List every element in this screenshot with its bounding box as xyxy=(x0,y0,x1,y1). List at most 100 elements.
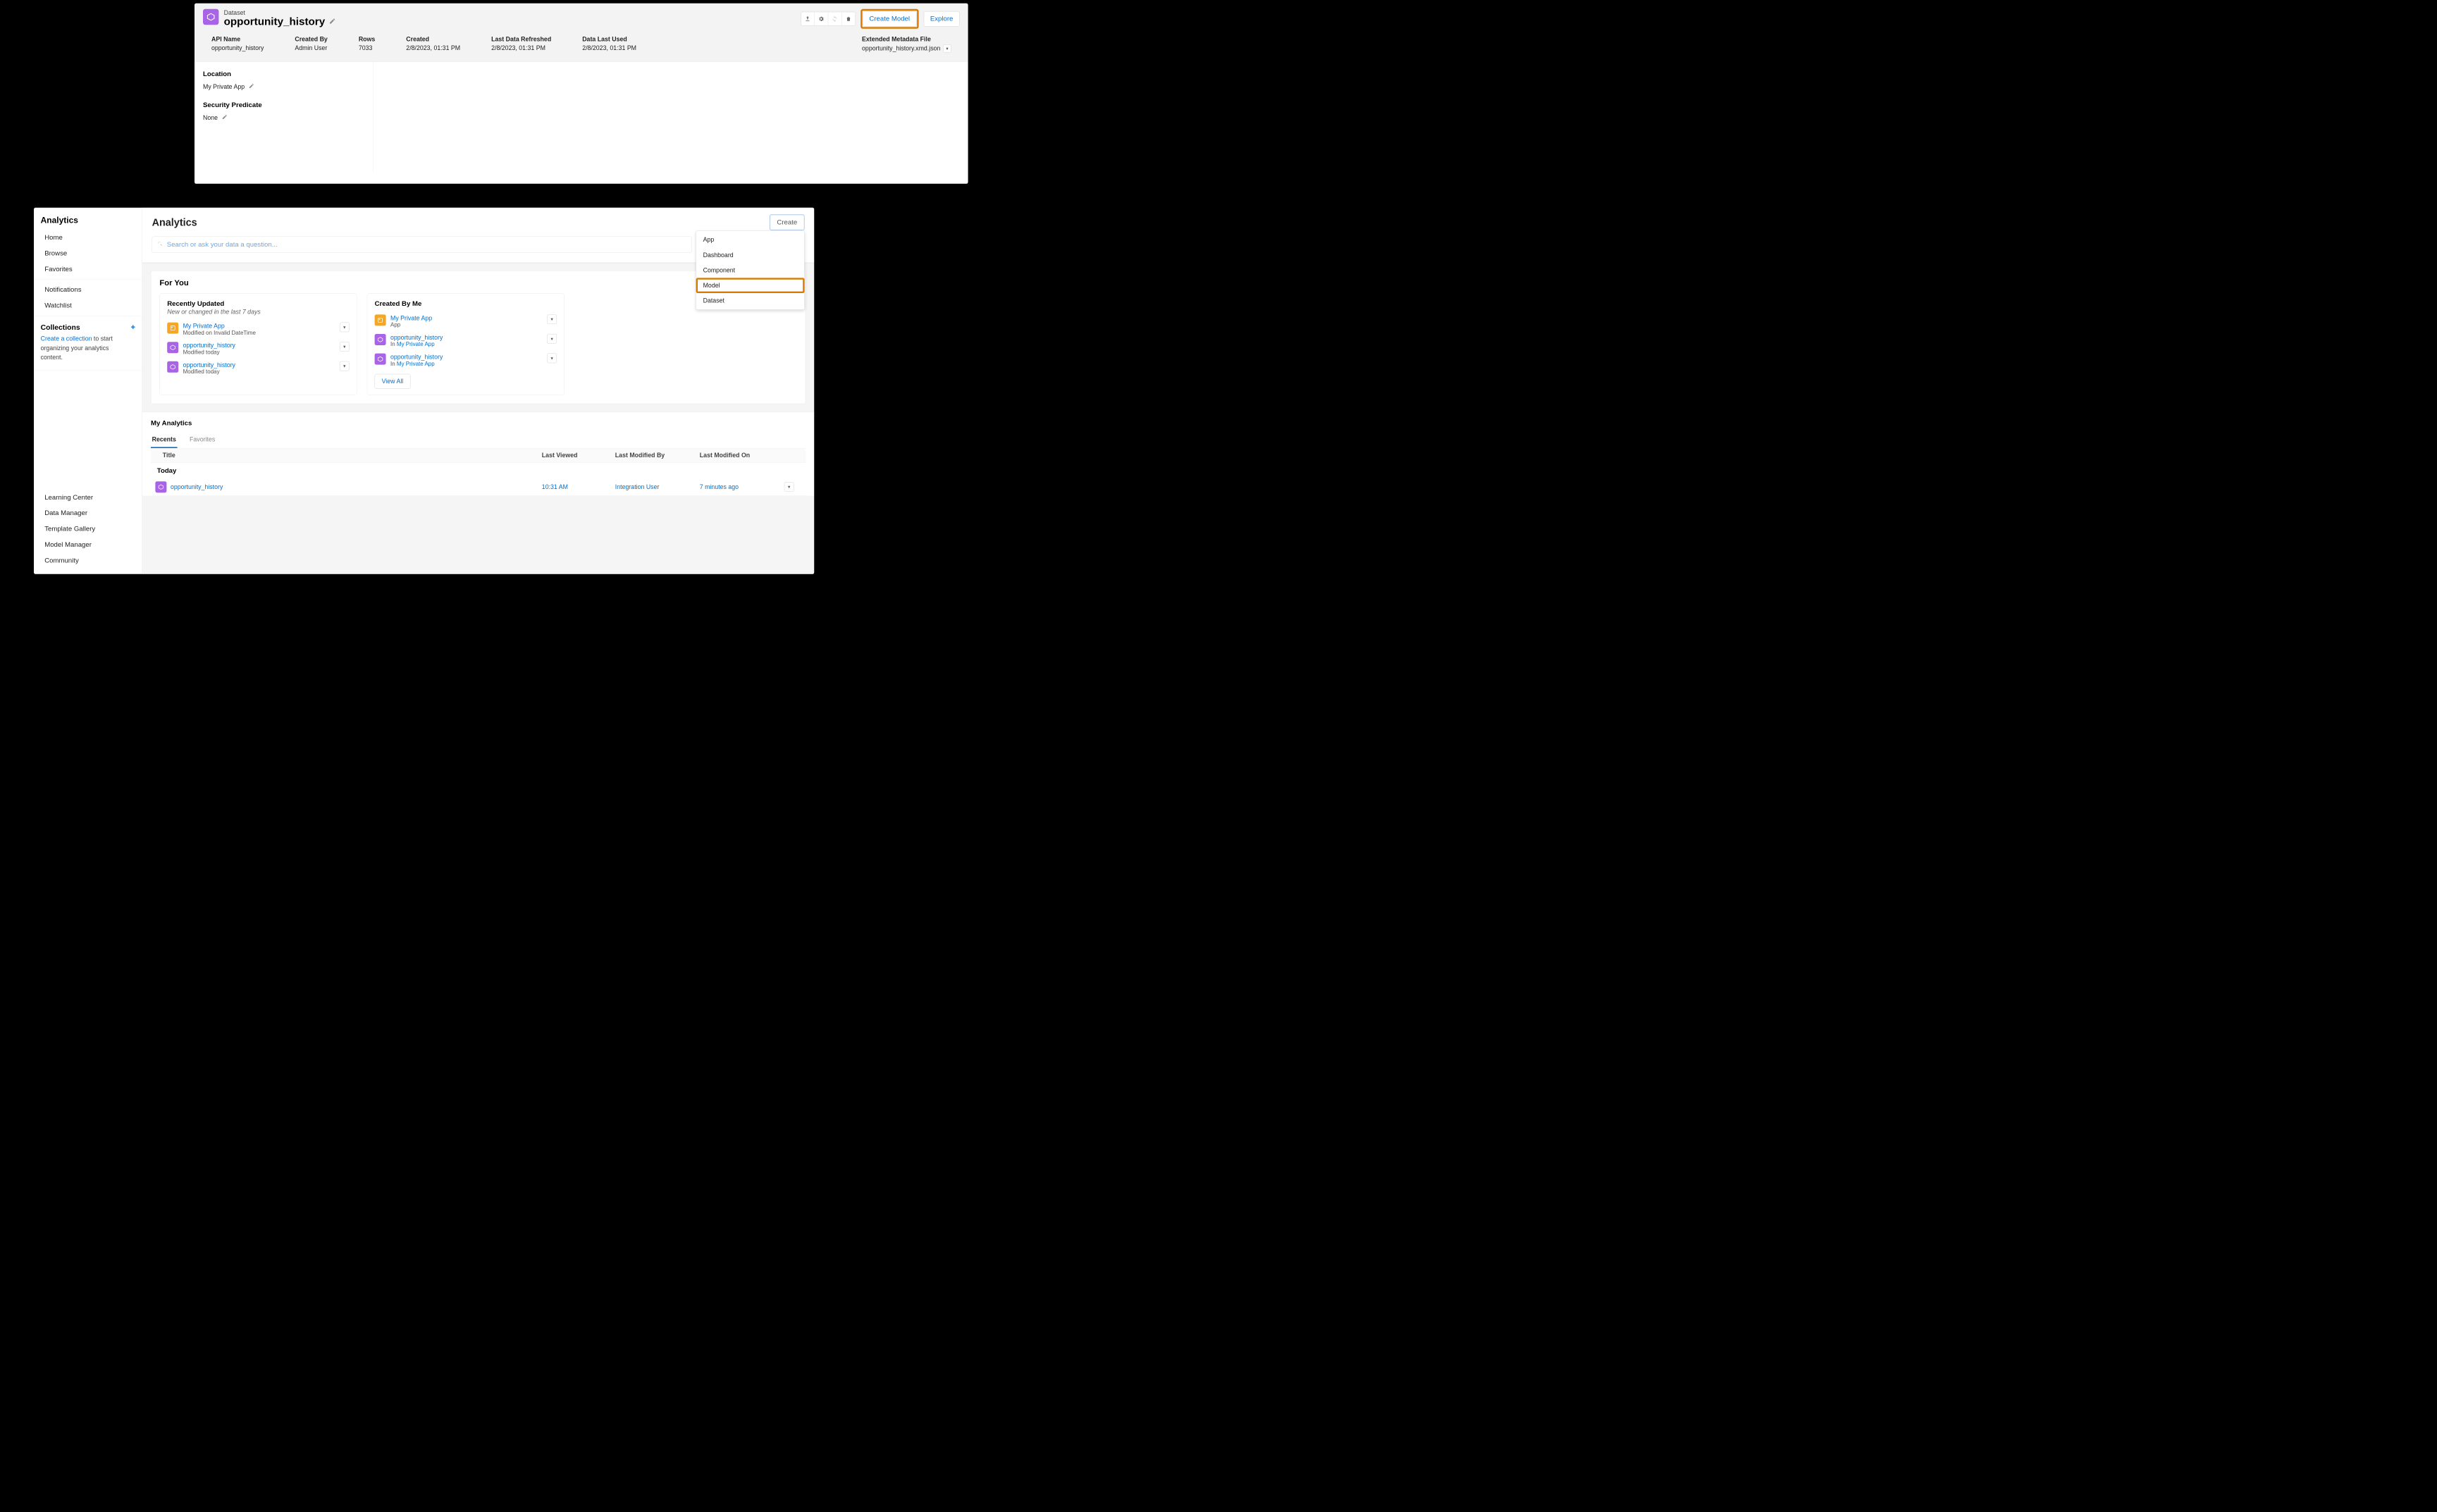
item-actions-button[interactable]: ▼ xyxy=(547,334,557,344)
upload-icon[interactable] xyxy=(801,12,815,25)
create-menu-item[interactable]: Component xyxy=(696,263,804,278)
list-item: My Private AppModified on Invalid DateTi… xyxy=(167,320,349,340)
row-title-link[interactable]: opportunity_history xyxy=(171,483,223,490)
search-box[interactable] xyxy=(152,237,692,253)
location-value: My Private App xyxy=(203,83,245,90)
recently-updated-sub: New or changed in the last 7 days xyxy=(167,309,349,316)
item-title-link[interactable]: My Private App xyxy=(183,323,340,330)
dataset-icon xyxy=(155,481,166,492)
my-analytics-heading: My Analytics xyxy=(151,418,806,433)
sidebar-item[interactable]: Favorites xyxy=(34,261,142,277)
meta-label-created: Created xyxy=(406,35,460,42)
item-subtitle: Modified on Invalid DateTime xyxy=(183,330,340,336)
sidebar-item[interactable]: Notifications xyxy=(34,282,142,297)
icon-button-group xyxy=(801,12,856,26)
list-item: opportunity_historyIn My Private App▼ xyxy=(375,331,557,351)
create-model-highlight: Create Model xyxy=(860,9,918,29)
col-last-modified-on: Last Modified On xyxy=(700,452,784,459)
meta-value-lastused: 2/8/2023, 01:31 PM xyxy=(582,44,636,51)
gear-icon[interactable] xyxy=(815,12,828,25)
date-group-today: Today xyxy=(151,463,806,478)
meta-label-rows: Rows xyxy=(359,35,375,42)
sidebar-item[interactable]: Browse xyxy=(34,245,142,261)
dataset-detail-panel: Dataset opportunity_history xyxy=(195,4,968,184)
dataset-icon xyxy=(375,334,386,345)
create-model-button[interactable]: Create Model xyxy=(863,11,916,27)
create-menu-item[interactable]: Model xyxy=(696,278,805,293)
meta-label-refreshed: Last Data Refreshed xyxy=(491,35,551,42)
item-title-link[interactable]: opportunity_history xyxy=(390,354,547,361)
search-icon xyxy=(157,241,163,248)
page-title: opportunity_history xyxy=(224,16,326,27)
dataset-icon xyxy=(203,9,218,25)
item-subtitle: Modified today xyxy=(183,349,340,356)
edit-location-icon[interactable] xyxy=(249,83,254,90)
sync-icon xyxy=(828,12,841,25)
item-actions-button[interactable]: ▼ xyxy=(340,323,350,333)
meta-label-createdby: Created By xyxy=(295,35,327,42)
item-title-link[interactable]: opportunity_history xyxy=(390,334,547,341)
list-item: My Private AppApp▼ xyxy=(375,311,557,331)
item-subtitle: In My Private App xyxy=(390,361,547,367)
item-title-link[interactable]: My Private App xyxy=(390,314,547,321)
meta-value-api: opportunity_history xyxy=(211,44,264,51)
create-menu-item[interactable]: App xyxy=(696,233,804,248)
tab-recents[interactable]: Recents xyxy=(151,433,177,448)
create-collection-link[interactable]: Create a collection xyxy=(41,335,92,342)
created-by-me-heading: Created By Me xyxy=(375,300,557,308)
xmd-dropdown-button[interactable]: ▼ xyxy=(943,44,951,52)
sidebar-item[interactable]: Model Manager xyxy=(34,537,142,552)
row-last-viewed: 10:31 AM xyxy=(542,483,615,490)
table-row[interactable]: opportunity_history 10:31 AM Integration… xyxy=(151,478,806,495)
search-input[interactable] xyxy=(167,241,686,249)
item-actions-button[interactable]: ▼ xyxy=(547,354,557,364)
item-app-link[interactable]: My Private App xyxy=(397,341,435,347)
collections-desc: Create a collection to start organizing … xyxy=(34,334,142,362)
create-menu-item[interactable]: Dashboard xyxy=(696,247,804,263)
add-collection-icon[interactable]: + xyxy=(130,323,135,332)
col-last-viewed: Last Viewed xyxy=(542,452,615,459)
meta-label-api: API Name xyxy=(211,35,264,42)
sidebar-item[interactable]: Data Manager xyxy=(34,505,142,521)
meta-label-xmd: Extended Metadata File xyxy=(862,35,951,42)
col-last-modified-by: Last Modified By xyxy=(615,452,700,459)
create-menu: AppDashboardComponentModelDataset xyxy=(696,231,805,310)
meta-value-created: 2/8/2023, 01:31 PM xyxy=(406,44,460,51)
explore-button[interactable]: Explore xyxy=(924,11,960,27)
dataset-body-left: Location My Private App Security Predica… xyxy=(195,62,374,172)
view-all-button[interactable]: View All xyxy=(375,374,411,389)
create-menu-item[interactable]: Dataset xyxy=(696,293,804,309)
item-subtitle: In My Private App xyxy=(390,341,547,347)
tab-favorites[interactable]: Favorites xyxy=(188,433,216,448)
edit-predicate-icon[interactable] xyxy=(222,114,228,121)
dataset-icon xyxy=(167,342,178,353)
predicate-label: Security Predicate xyxy=(203,101,365,109)
item-actions-button[interactable]: ▼ xyxy=(340,342,350,352)
row-last-modified-by: Integration User xyxy=(615,483,700,490)
recently-updated-col: Recently Updated New or changed in the l… xyxy=(159,293,357,395)
trash-icon[interactable] xyxy=(841,12,855,25)
item-title-link[interactable]: opportunity_history xyxy=(183,361,340,368)
item-actions-button[interactable]: ▼ xyxy=(340,361,350,371)
sidebar-item[interactable]: Learning Center xyxy=(34,490,142,505)
predicate-value: None xyxy=(203,114,218,121)
row-actions-button[interactable]: ▼ xyxy=(784,482,794,492)
item-actions-button[interactable]: ▼ xyxy=(547,314,557,324)
list-item: opportunity_historyModified today▼ xyxy=(167,359,349,378)
item-title-link[interactable]: opportunity_history xyxy=(183,342,340,349)
dataset-meta-row: API Name opportunity_history Created By … xyxy=(203,29,960,58)
sidebar-item[interactable]: Community xyxy=(34,552,142,568)
sidebar-item[interactable]: Watchlist xyxy=(34,297,142,313)
recently-updated-heading: Recently Updated xyxy=(167,300,349,308)
sidebar-item[interactable]: Template Gallery xyxy=(34,521,142,537)
meta-value-createdby: Admin User xyxy=(295,44,327,51)
create-button[interactable]: Create xyxy=(770,214,805,230)
my-analytics-section: My Analytics Recents Favorites Title Las… xyxy=(142,411,814,495)
edit-title-icon[interactable] xyxy=(329,18,336,26)
row-last-modified-on: 7 minutes ago xyxy=(700,483,784,490)
main-area: Analytics Create AppDashboardComponentMo… xyxy=(142,208,814,574)
dataset-header: Dataset opportunity_history xyxy=(195,4,968,62)
item-subtitle: Modified today xyxy=(183,368,340,375)
item-app-link[interactable]: My Private App xyxy=(397,361,435,367)
sidebar-item[interactable]: Home xyxy=(34,230,142,245)
